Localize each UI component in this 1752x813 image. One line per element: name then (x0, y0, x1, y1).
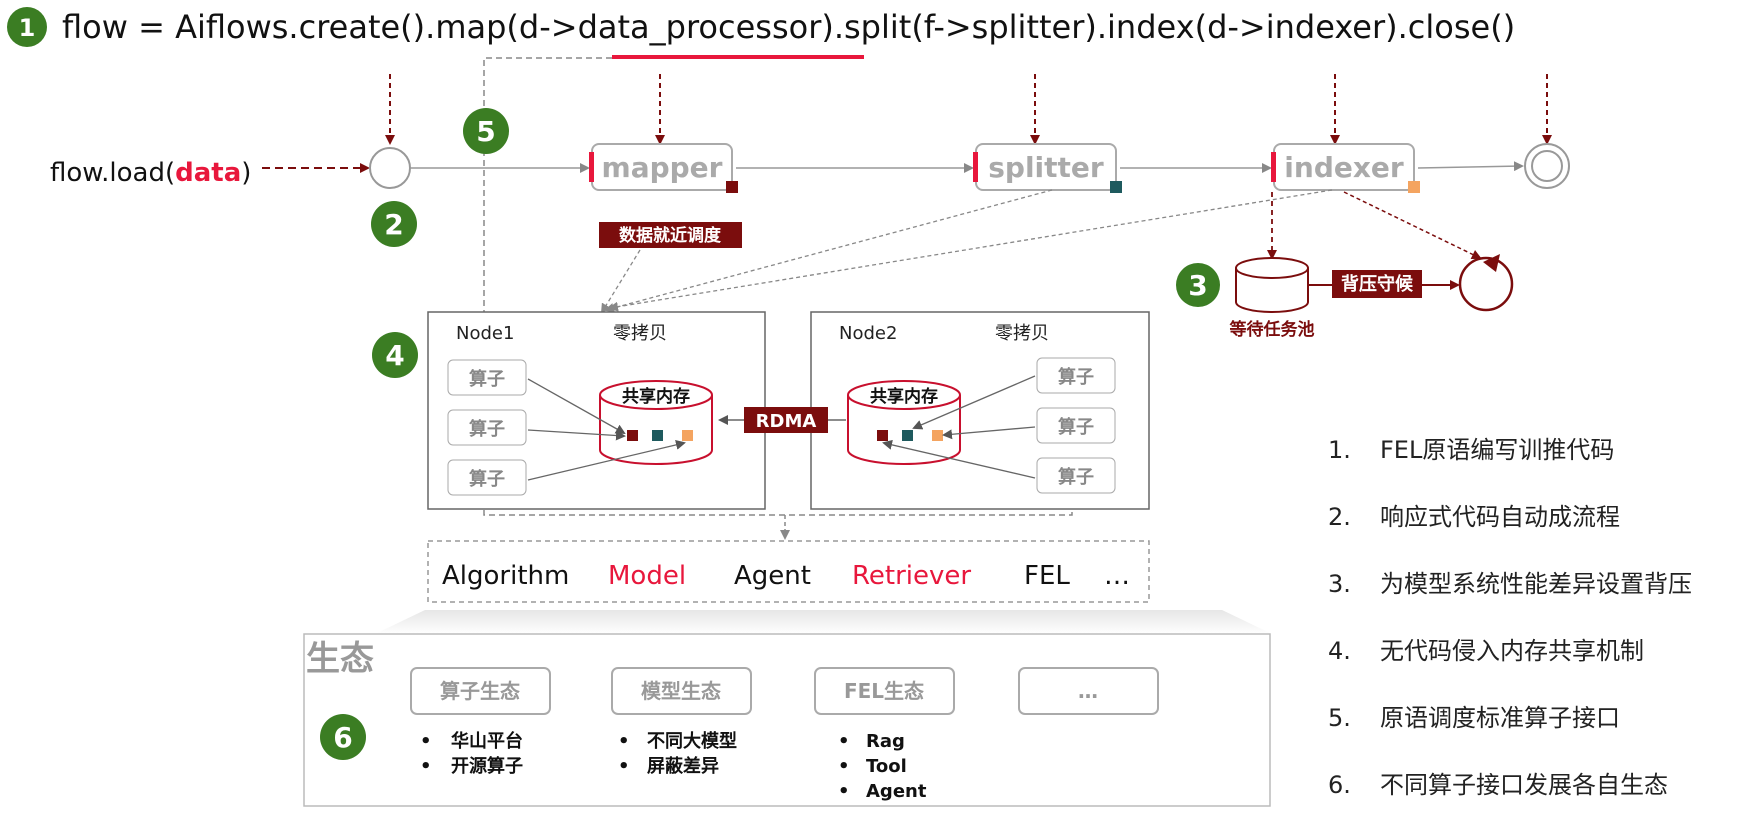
scheduling-label: 数据就近调度 (619, 225, 722, 246)
svg-text:算子: 算子 (469, 468, 505, 490)
step-4-number: 4 (385, 339, 404, 372)
component-model: Model (608, 561, 686, 591)
legend-item: 4. 无代码侵入内存共享机制 (1328, 637, 1644, 665)
svg-text:模型生态: 模型生态 (641, 679, 721, 703)
node2-operator: 算子 (1036, 357, 1116, 394)
svg-text:共享内存: 共享内存 (870, 386, 938, 407)
svg-text:•: • (420, 731, 432, 752)
component-fel: FEL (1024, 561, 1070, 591)
svg-text:•: • (838, 781, 850, 802)
trigger-arrows (385, 74, 1552, 145)
flow-edge-indexer-end (1417, 161, 1524, 172)
indexer-loop-arrow (1343, 191, 1482, 260)
load-call: flow.load(data) (50, 158, 251, 188)
svg-text:•: • (838, 731, 850, 752)
splitter-data-chip (1110, 181, 1122, 193)
svg-text:•: • (618, 731, 630, 752)
svg-text:算子: 算子 (1058, 466, 1094, 488)
svg-text:共享内存: 共享内存 (622, 386, 690, 407)
svg-text:算子: 算子 (1058, 416, 1094, 438)
indexer-operator: indexer (1271, 143, 1420, 193)
component-retriever: Retriever (852, 561, 971, 591)
component-more: … (1104, 561, 1130, 591)
ecosystem-group-more: … (1018, 667, 1159, 715)
indexer-label: indexer (1284, 151, 1404, 184)
svg-text:算子生态: 算子生态 (440, 679, 520, 703)
svg-text:算子: 算子 (1058, 366, 1094, 388)
legend-item: 5. 原语调度标准算子接口 (1328, 704, 1620, 732)
code-line-block: 1 flow = Aiflows.create().map(d->data_pr… (7, 7, 1515, 59)
component-agent: Agent (734, 561, 811, 591)
svg-text:开源算子: 开源算子 (451, 755, 523, 777)
svg-text:屏蔽差异: 屏蔽差异 (647, 755, 719, 777)
node1-box: Node1 零拷贝 算子 算子 算子 共享内存 (427, 311, 766, 510)
node2-operator: 算子 (1036, 457, 1116, 494)
retry-loop-icon (1458, 254, 1514, 312)
node1-operator: 算子 (447, 459, 527, 496)
svg-text:不同大模型: 不同大模型 (647, 730, 737, 752)
svg-text:算子: 算子 (469, 368, 505, 390)
legend-item: 3. 为模型系统性能差异设置背压 (1328, 570, 1692, 598)
mapper-data-chip (726, 181, 738, 193)
svg-text:•: • (420, 756, 432, 777)
svg-text:Rag: Rag (866, 731, 905, 752)
step-5-number: 5 (476, 115, 495, 148)
ecosystem-shade (375, 610, 1272, 634)
indexer-data-chip (1408, 181, 1420, 193)
node2-operator: 算子 (1036, 407, 1116, 444)
ecosystem-title: 生态 (306, 639, 374, 679)
component-algorithm: Algorithm (442, 561, 569, 591)
step-3-number: 3 (1188, 269, 1207, 302)
code-line: flow = Aiflows.create().map(d->data_proc… (62, 8, 1515, 46)
node2-zero-copy: 零拷贝 (995, 323, 1049, 344)
ecosystem-panel (303, 633, 1271, 807)
scheduling-arrows (600, 189, 1333, 314)
start-node (369, 147, 411, 189)
mapper-label: mapper (602, 151, 723, 184)
node2-box: Node2 零拷贝 算子 算子 算子 共享内存 (810, 311, 1150, 510)
svg-text:FEL生态: FEL生态 (844, 679, 924, 703)
svg-text:华山平台: 华山平台 (451, 730, 523, 752)
mapper-operator: mapper (589, 143, 738, 193)
waiting-pool-cylinder (1235, 257, 1309, 313)
node1-name: Node1 (456, 323, 514, 344)
step-1-number: 1 (19, 14, 36, 42)
node1-shared-memory: 共享内存 (599, 380, 713, 465)
backpressure-label: 背压守候 (1341, 273, 1414, 295)
node1-operator: 算子 (447, 359, 527, 396)
svg-text:…: … (1078, 679, 1098, 703)
node1-operator: 算子 (447, 409, 527, 446)
node2-name: Node2 (839, 323, 897, 344)
svg-text:•: • (838, 756, 850, 777)
svg-text:Tool: Tool (866, 756, 907, 777)
flow-diagram: 1 flow = Aiflows.create().map(d->data_pr… (7, 7, 1570, 807)
legend-item: 1. FEL原语编写训推代码 (1328, 436, 1615, 464)
node1-zero-copy: 零拷贝 (613, 323, 667, 344)
node2-shared-memory: 共享内存 (847, 380, 961, 465)
end-node (1524, 143, 1570, 189)
step-6-number: 6 (333, 721, 352, 754)
svg-text:算子: 算子 (469, 418, 505, 440)
rdma-label: RDMA (756, 411, 817, 432)
splitter-label: splitter (988, 151, 1104, 184)
legend-item: 2. 响应式代码自动成流程 (1328, 503, 1620, 531)
waiting-pool-label: 等待任务池 (1230, 319, 1315, 340)
svg-text:Agent: Agent (866, 781, 927, 802)
svg-text:•: • (618, 756, 630, 777)
splitter-operator: splitter (973, 143, 1122, 193)
step-2-number: 2 (384, 208, 403, 241)
legend-item: 6. 不同算子接口发展各自生态 (1328, 771, 1668, 799)
